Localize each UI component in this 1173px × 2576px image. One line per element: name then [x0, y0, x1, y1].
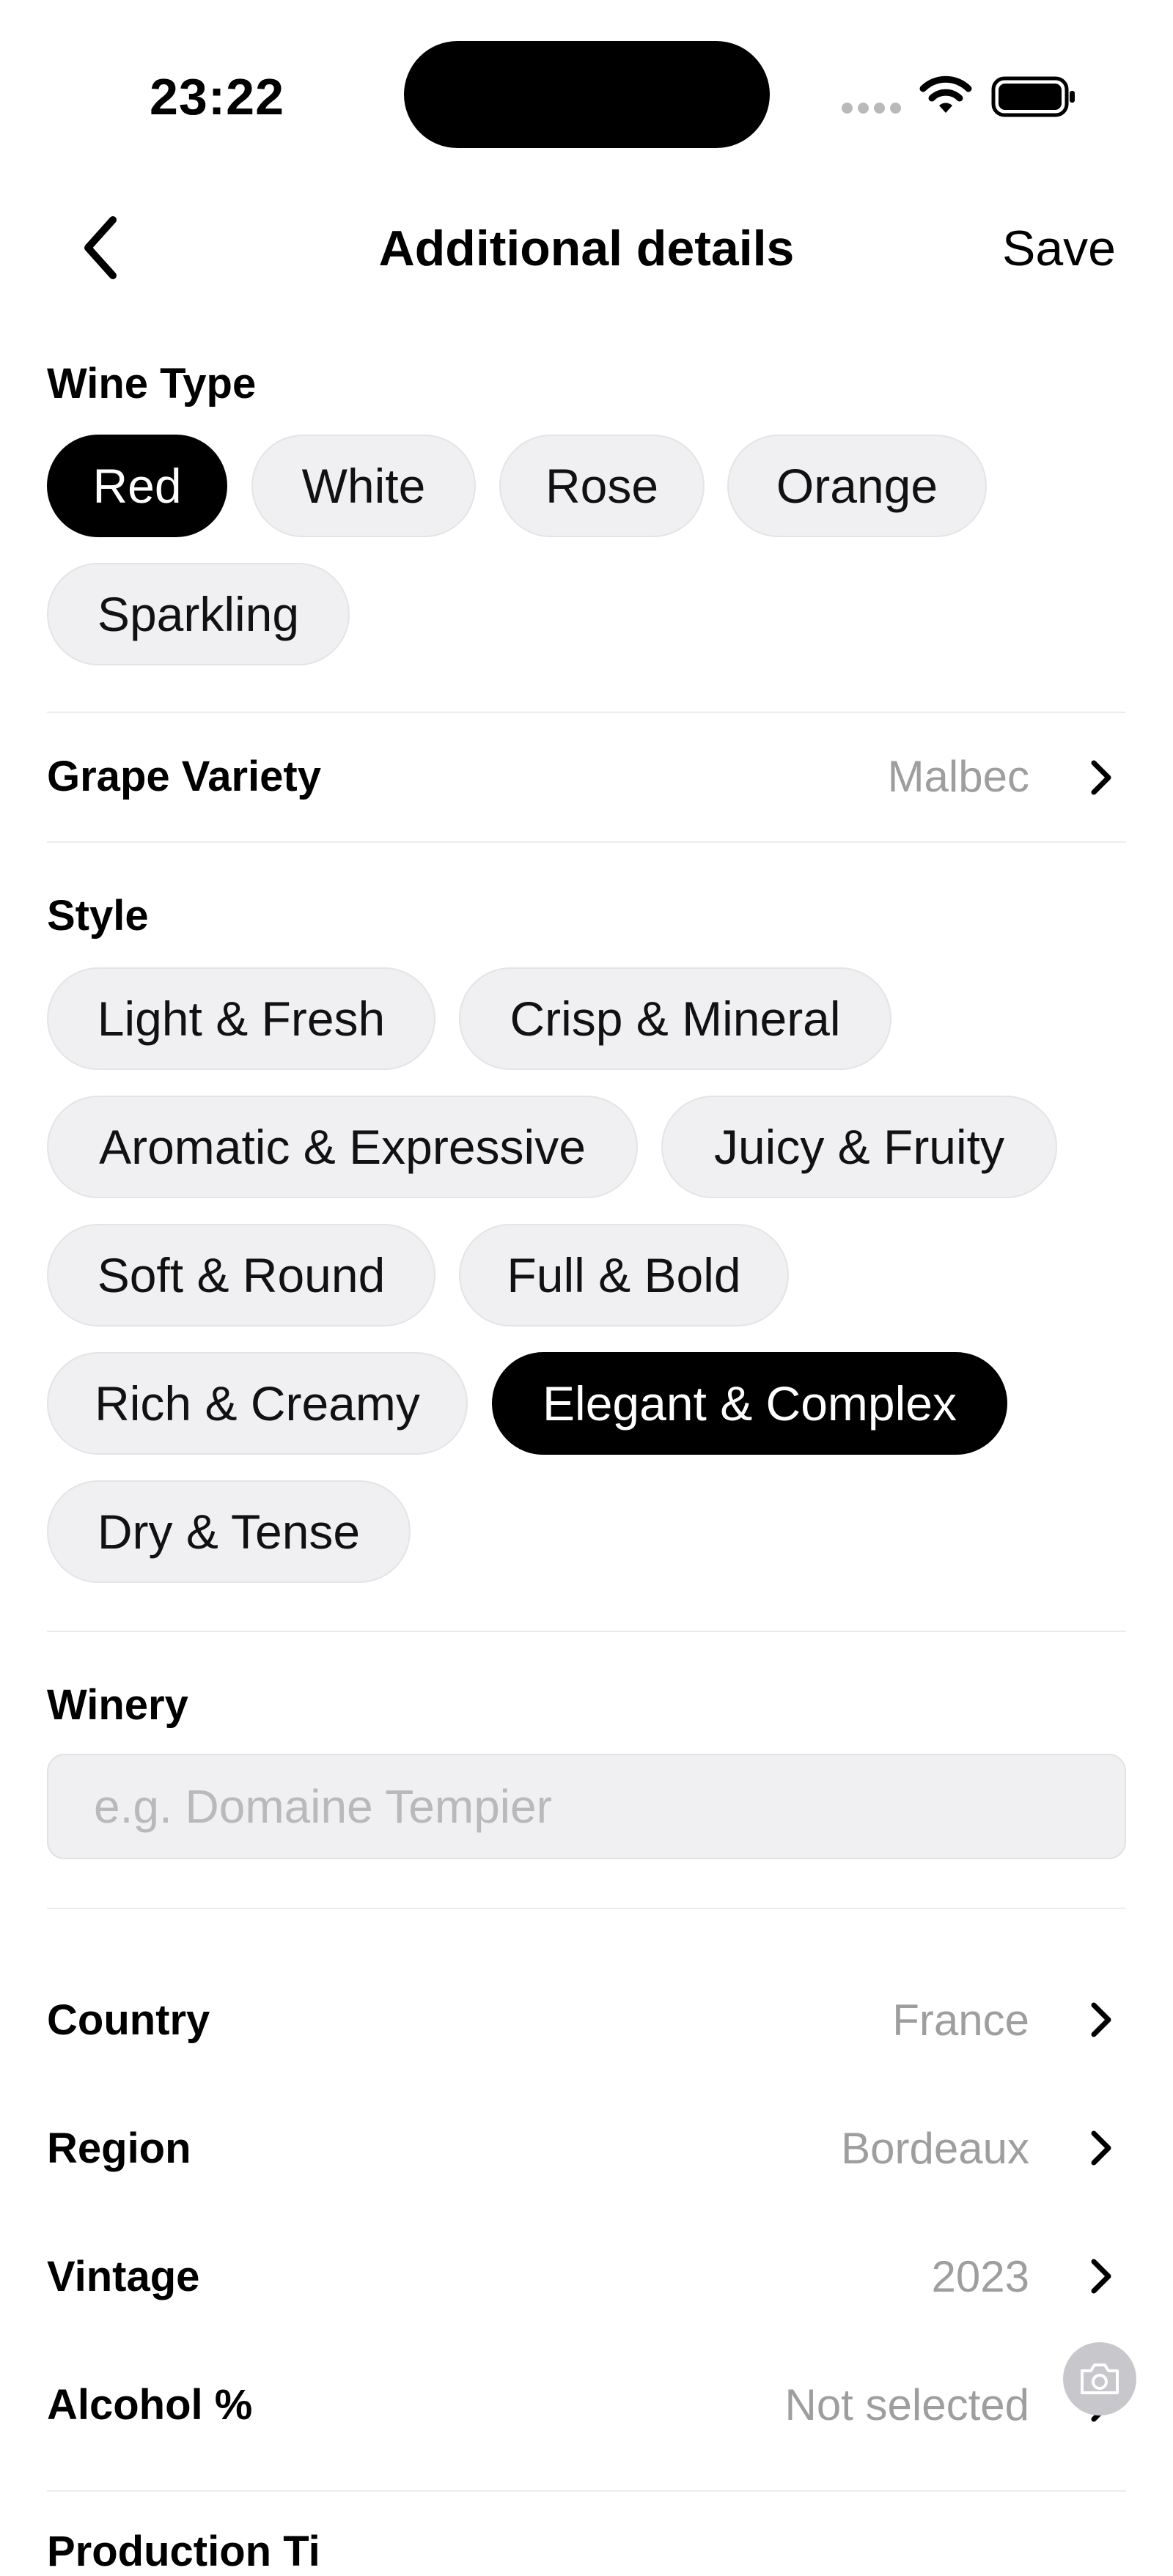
divider: [47, 841, 1126, 843]
page-title: Additional details: [378, 221, 795, 276]
region-value[interactable]: Bordeaux: [841, 2123, 1029, 2174]
divider: [47, 1631, 1126, 1632]
production-section-label: Production Ti: [47, 2528, 320, 2575]
wifi-icon: [919, 75, 972, 113]
battery-icon: [991, 76, 1075, 117]
chevron-right-icon[interactable]: [1088, 2129, 1114, 2167]
grape-variety-value[interactable]: Malbec: [888, 751, 1029, 802]
style-chip-elegant-complex[interactable]: Elegant & Complex: [492, 1352, 1007, 1455]
divider: [47, 712, 1126, 713]
style-chip-rich-creamy[interactable]: Rich & Creamy: [47, 1352, 468, 1455]
alcohol-value[interactable]: Not selected: [784, 2380, 1029, 2430]
chevron-right-icon[interactable]: [1088, 2257, 1114, 2295]
wine-type-chip-rose[interactable]: Rose: [499, 435, 705, 537]
divider: [47, 2490, 1126, 2492]
camera-button[interactable]: [1063, 2342, 1136, 2416]
alcohol-label[interactable]: Alcohol %: [47, 2380, 252, 2429]
wine-type-chip-orange[interactable]: Orange: [727, 435, 987, 537]
status-time: 23:22: [150, 68, 285, 125]
style-chip-full-bold[interactable]: Full & Bold: [459, 1224, 789, 1326]
style-chip-aromatic-expressive[interactable]: Aromatic & Expressive: [47, 1096, 638, 1198]
wine-type-chip-white[interactable]: White: [251, 435, 476, 537]
style-chip-soft-round[interactable]: Soft & Round: [47, 1224, 435, 1326]
country-label[interactable]: Country: [47, 1996, 210, 2045]
signal-dots-icon: [842, 103, 901, 114]
save-button[interactable]: Save: [1002, 220, 1116, 277]
vintage-value[interactable]: 2023: [932, 2251, 1029, 2302]
style-label: Style: [47, 892, 149, 940]
chevron-right-icon[interactable]: [1088, 2001, 1114, 2039]
wine-type-chip-sparkling[interactable]: Sparkling: [47, 563, 350, 665]
style-chip-light-fresh[interactable]: Light & Fresh: [47, 967, 435, 1070]
region-label[interactable]: Region: [47, 2124, 191, 2173]
camera-icon: [1081, 2363, 1119, 2394]
chevron-right-icon[interactable]: [1088, 759, 1114, 797]
style-chip-dry-tense[interactable]: Dry & Tense: [47, 1480, 411, 1583]
divider: [47, 1908, 1126, 1909]
wine-type-chip-red[interactable]: Red: [47, 435, 227, 537]
style-chip-crisp-mineral[interactable]: Crisp & Mineral: [459, 967, 891, 1070]
winery-label: Winery: [47, 1681, 188, 1729]
country-value[interactable]: France: [892, 1995, 1029, 2045]
style-chip-juicy-fruity[interactable]: Juicy & Fruity: [661, 1096, 1057, 1198]
vintage-label[interactable]: Vintage: [47, 2252, 199, 2301]
dynamic-island: [404, 41, 770, 148]
winery-input[interactable]: [47, 1754, 1126, 1859]
grape-variety-label[interactable]: Grape Variety: [47, 752, 321, 801]
wine-type-label: Wine Type: [47, 360, 257, 407]
